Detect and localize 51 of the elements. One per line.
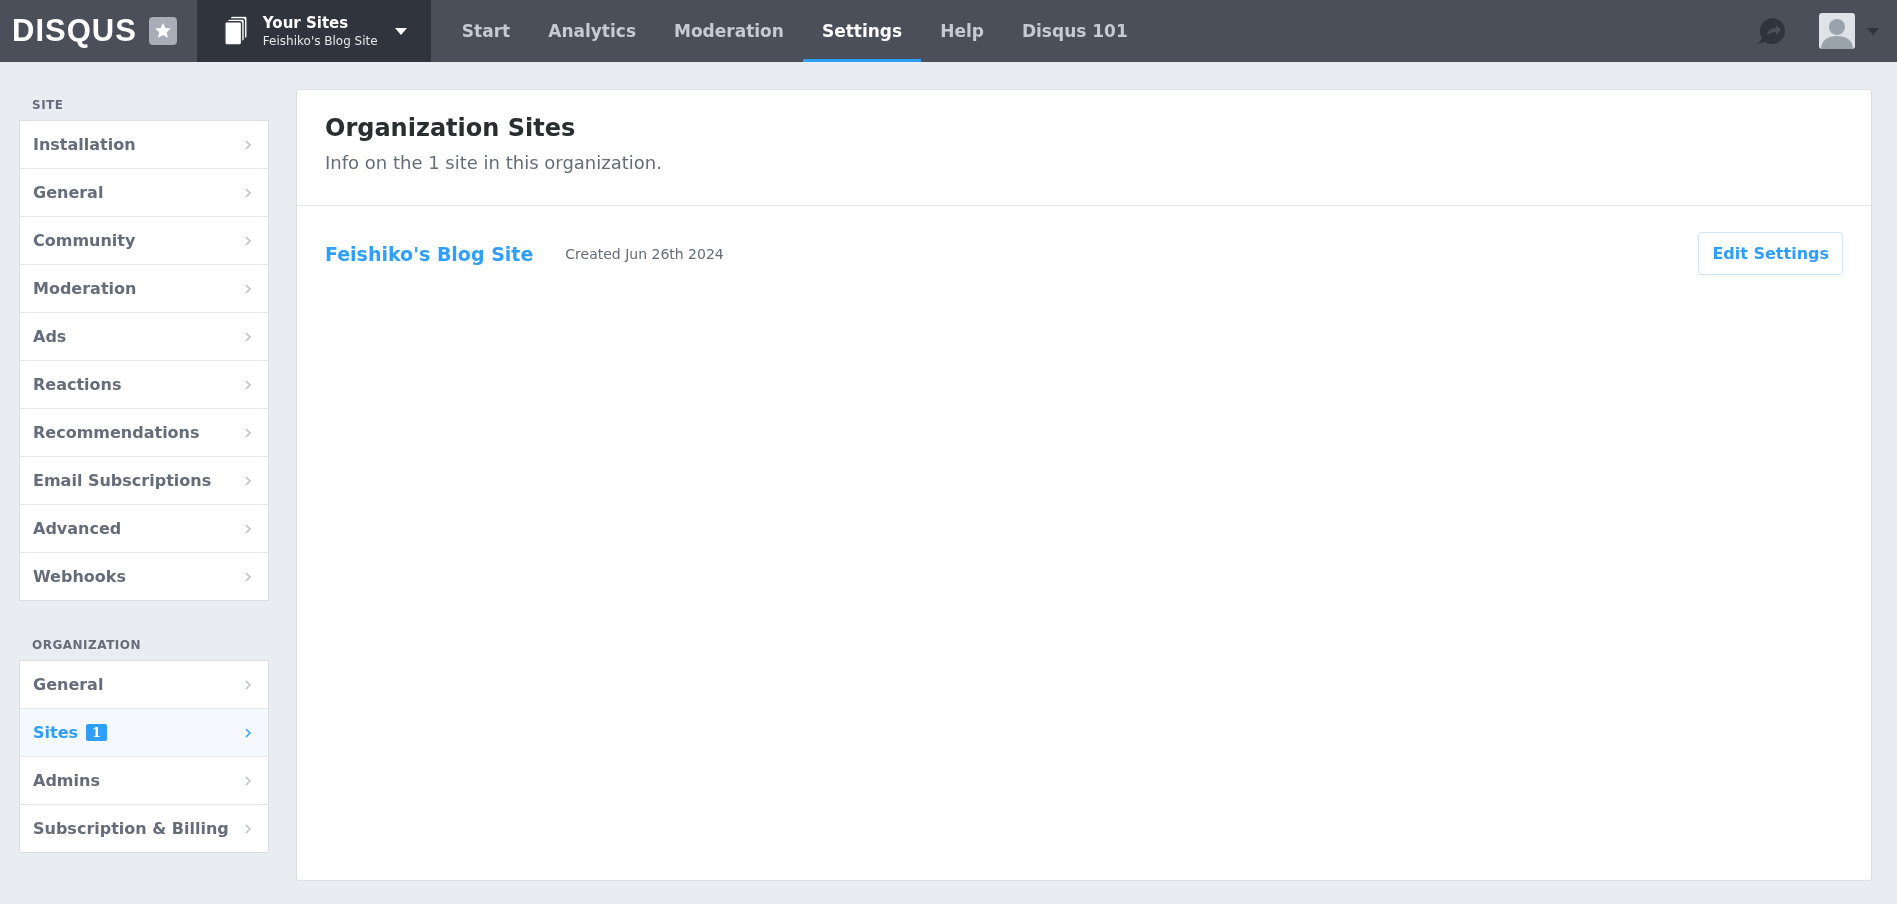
share-bubble-icon[interactable]: [1757, 16, 1787, 46]
nav-tab[interactable]: Moderation: [655, 0, 803, 62]
caret-icon: [394, 27, 407, 35]
sidebar-item[interactable]: Moderation: [20, 264, 268, 312]
edit-settings-button[interactable]: Edit Settings: [1698, 232, 1843, 275]
site-link[interactable]: Feishiko's Blog Site: [325, 242, 534, 265]
sidebar-item[interactable]: Ads: [20, 312, 268, 360]
caret-icon[interactable]: [1867, 27, 1879, 35]
chevron-icon: [245, 427, 251, 438]
card-subtitle: Info on the 1 site in this organization.: [325, 152, 663, 173]
nav-tab[interactable]: Help: [921, 0, 1003, 62]
created-date: Created Jun 26th 2024: [565, 245, 724, 262]
sidebar-item[interactable]: Installation: [20, 121, 268, 168]
nav-tab[interactable]: Analytics: [529, 0, 655, 62]
sidebar-item[interactable]: Admins: [20, 756, 268, 804]
chevron-icon: [245, 679, 251, 690]
chevron-icon: [245, 727, 251, 738]
chevron-icon: [245, 523, 251, 534]
switcher-title: Your Sites: [262, 14, 350, 32]
logo[interactable]: DISQUS: [12, 13, 137, 49]
avatar-icon[interactable]: [1819, 13, 1855, 49]
sidebar-item[interactable]: General: [20, 168, 268, 216]
sidebar-item[interactable]: Reactions: [20, 360, 268, 408]
chevron-icon: [245, 283, 251, 294]
chevron-icon: [245, 331, 251, 342]
section-heading: SITE: [31, 97, 65, 114]
sidebar-item[interactable]: Webhooks: [20, 552, 268, 600]
pages-icon: [222, 15, 249, 47]
chevron-icon: [245, 823, 251, 834]
card-title: Organization Sites: [325, 114, 577, 142]
chevron-icon: [245, 571, 251, 582]
chevron-icon: [245, 187, 251, 198]
nav-tab[interactable]: Start: [442, 0, 530, 62]
section-heading: ORGANIZATION: [31, 637, 143, 654]
chevron-icon: [245, 379, 251, 390]
sidebar-item[interactable]: Email Subscriptions: [20, 456, 268, 504]
site-switcher[interactable]: Your Sites Feishiko's Blog Site: [196, 0, 431, 62]
chevron-icon: [245, 475, 251, 486]
sidebar-item[interactable]: Advanced: [20, 504, 268, 552]
sidebar-item[interactable]: Recommendations: [20, 408, 268, 456]
nav-tab[interactable]: Settings: [802, 0, 922, 62]
nav-tab[interactable]: Disqus 101: [1002, 0, 1147, 62]
chevron-icon: [245, 775, 251, 786]
switcher-subtitle: Feishiko's Blog Site: [262, 34, 379, 48]
count-badge: 1: [86, 724, 108, 741]
sidebar-item[interactable]: Community: [20, 216, 268, 264]
sidebar-item[interactable]: General: [20, 661, 268, 708]
sidebar-item[interactable]: Sites 1: [20, 708, 268, 756]
chevron-icon: [245, 139, 251, 150]
chevron-icon: [245, 235, 251, 246]
sidebar-item[interactable]: Subscription & Billing: [20, 804, 268, 852]
